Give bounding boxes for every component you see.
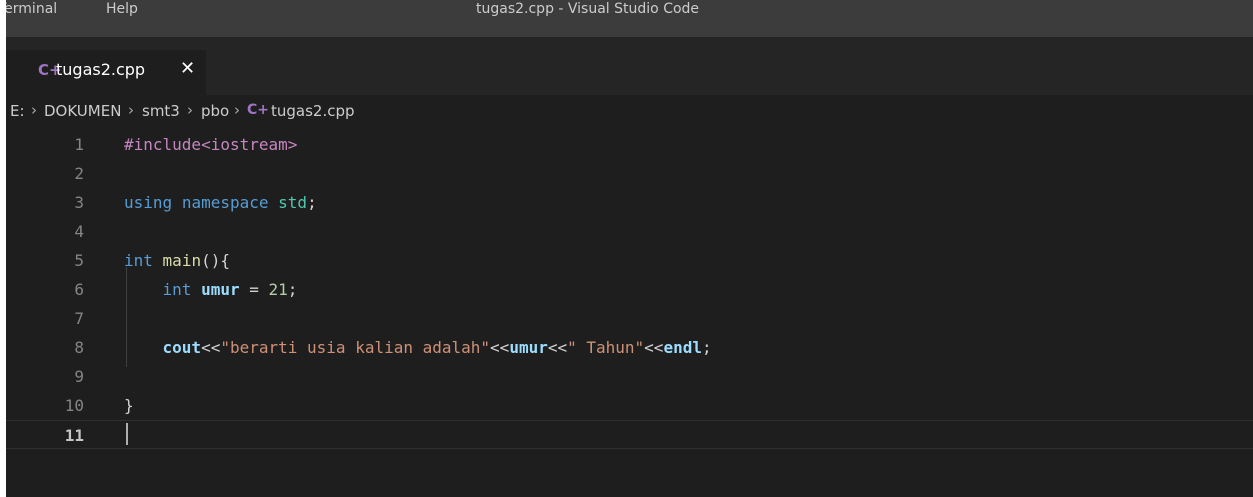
code-token: ; (701, 338, 712, 357)
code-token: << (490, 338, 510, 357)
line-number: 7 (74, 309, 84, 328)
close-icon[interactable]: ✕ (180, 58, 195, 79)
code-token: umur (509, 338, 548, 357)
code-line[interactable]: 7 (6, 304, 1253, 333)
line-number: 11 (64, 426, 84, 445)
breadcrumb: E: › DOKUMEN › smt3 › pbo › C+ tugas2.cp… (6, 95, 1253, 128)
breadcrumb-dokumen[interactable]: DOKUMEN (44, 102, 121, 120)
code-token: std (278, 193, 308, 212)
code-token: "berarti usia kalian adalah" (220, 338, 491, 357)
line-number: 1 (74, 135, 84, 154)
code-token: 21 (268, 280, 288, 299)
breadcrumb-file[interactable]: tugas2.cpp (271, 102, 355, 120)
code-token: main (162, 251, 202, 270)
code-token: << (201, 338, 221, 357)
code-token: ; (287, 280, 298, 299)
code-line[interactable]: 4 (6, 217, 1253, 246)
code-token: namespace (181, 193, 269, 212)
chevron-right-icon: › (31, 101, 37, 119)
code-text: #include<iostream> (124, 135, 297, 154)
line-number: 4 (74, 222, 84, 241)
code-token: << (547, 338, 568, 357)
line-number: 5 (74, 251, 84, 270)
cpp-file-icon: C+ (247, 102, 270, 118)
code-text: int umur = 21; (124, 280, 298, 299)
chevron-right-icon: › (234, 101, 240, 119)
code-line[interactable]: 6 int umur = 21; (6, 275, 1253, 304)
code-line[interactable]: 3 using namespace std; (6, 188, 1253, 217)
line-number: 2 (74, 164, 84, 183)
code-token: int (124, 251, 153, 270)
code-token: } (124, 396, 134, 415)
code-text: int main(){ (124, 251, 230, 270)
code-token: cout (162, 338, 202, 357)
chevron-right-icon: › (128, 101, 134, 119)
code-editor[interactable]: 1 #include<iostream> 2 3 using namespace std… (6, 130, 1253, 460)
code-line[interactable]: 11 (6, 420, 1253, 449)
title-bar: Terminal Help tugas2.cpp - Visual Studio… (6, 0, 1253, 37)
menu-terminal[interactable]: Terminal (6, 2, 57, 16)
code-text: } (124, 396, 134, 415)
code-line[interactable]: 8 cout<<"berarti usia kalian adalah"<<um… (6, 333, 1253, 362)
code-token: endl (663, 338, 702, 357)
code-text: cout<<"berarti usia kalian adalah"<<umur… (124, 338, 712, 357)
code-token: " Tahun" (567, 338, 645, 357)
breadcrumb-drive[interactable]: E: (10, 102, 25, 120)
code-line[interactable]: 5 int main(){ (6, 246, 1253, 275)
menu-help[interactable]: Help (106, 2, 138, 16)
tab-label: tugas2.cpp (56, 60, 146, 79)
line-number: 6 (74, 280, 84, 299)
code-token: ; (307, 193, 317, 212)
tab-tugas2-cpp[interactable]: C+ tugas2.cpp ✕ (6, 50, 206, 95)
code-token: << (644, 338, 664, 357)
line-number: 10 (64, 396, 84, 415)
vscode-window: Terminal Help tugas2.cpp - Visual Studio… (6, 0, 1253, 497)
tab-bar: C+ tugas2.cpp ✕ (6, 37, 1253, 95)
code-token: using (124, 193, 173, 212)
code-token: int (162, 280, 192, 299)
code-text: using namespace std; (124, 193, 317, 212)
code-line[interactable]: 9 (6, 362, 1253, 391)
breadcrumb-smt3[interactable]: smt3 (142, 102, 180, 120)
code-line[interactable]: 10} (6, 391, 1253, 420)
code-token: umur (201, 280, 240, 299)
text-cursor (126, 423, 128, 445)
code-token: #include<iostream> (124, 135, 298, 154)
chevron-right-icon: › (187, 101, 193, 119)
line-number: 9 (74, 367, 84, 386)
code-token: = (239, 280, 269, 299)
breadcrumb-pbo[interactable]: pbo (201, 102, 229, 120)
code-line[interactable]: 2 (6, 159, 1253, 188)
code-token: (){ (201, 251, 230, 270)
code-line[interactable]: 1 #include<iostream> (6, 130, 1253, 159)
line-number: 8 (74, 338, 84, 357)
window-title: tugas2.cpp - Visual Studio Code (476, 1, 700, 17)
line-number: 3 (74, 193, 84, 212)
